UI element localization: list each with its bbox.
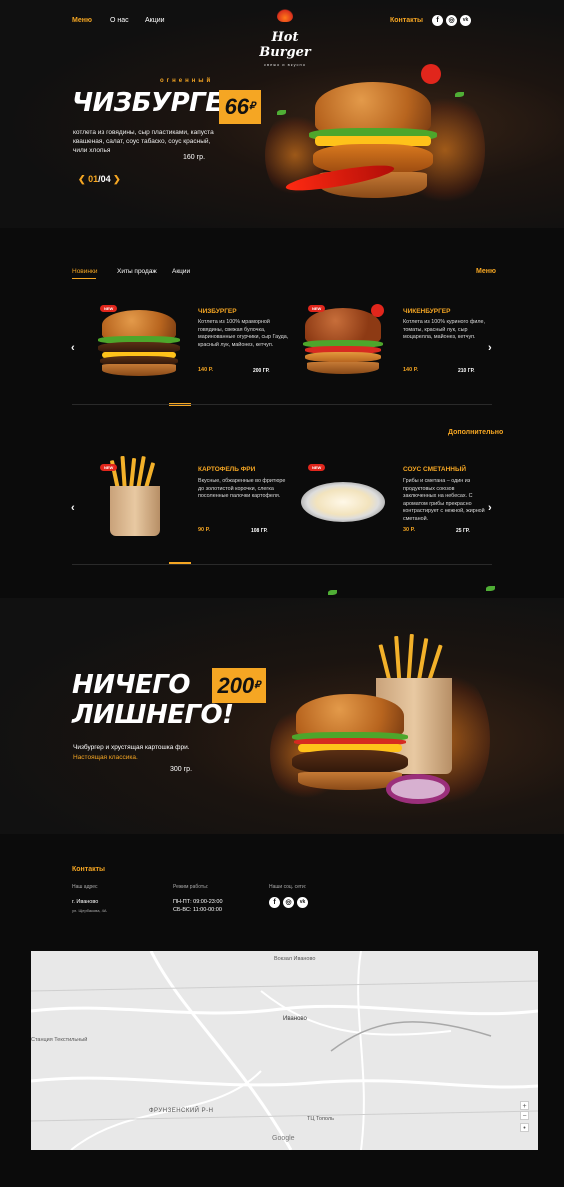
map-label: ФРУНЗЕНСКИЙ Р-Н (149, 1108, 214, 1114)
item-description: Вкусные, обжаренные во фритюре до золоти… (198, 478, 286, 499)
spicy-icon (371, 304, 384, 317)
instagram-icon[interactable]: ◎ (283, 897, 294, 908)
promo-highlight: Настоящая классика. (73, 754, 138, 761)
slider-pager: ❮ 01/04 ❯ (78, 174, 121, 184)
vk-icon[interactable]: vk (460, 15, 471, 26)
hours-time: 09:00-23:00 (193, 899, 223, 905)
item-weight: 108 ГР. (251, 528, 268, 534)
menu-prev-icon[interactable]: ‹ (71, 342, 75, 354)
hours-time: 11:00-00:00 (192, 907, 222, 913)
flame-icon (277, 8, 293, 22)
hero-description: котлета из говядины, сыр пластиками, кап… (73, 129, 214, 154)
slider-prev-icon[interactable]: ❮ (78, 174, 86, 184)
map-roads (31, 951, 538, 1150)
chickenburger-image (301, 308, 385, 376)
contacts-title: Контакты (72, 866, 106, 873)
logo[interactable]: Hot Burger свежо и вкусно (244, 8, 326, 67)
facebook-icon[interactable]: f (432, 15, 443, 26)
map-pegman-icon[interactable]: • (520, 1123, 529, 1132)
promo-currency: ₽ (254, 680, 261, 691)
nav-about[interactable]: О нас (110, 17, 129, 24)
hours-weekend: СБ-ВС: 11:00-00:00 (173, 907, 222, 913)
new-badge: NEW (100, 464, 118, 471)
item-name: СОУС СМЕТАННЫЙ (403, 466, 467, 473)
nav-contacts[interactable]: Контакты (390, 17, 423, 24)
item-name: КАРТОФЕЛЬ ФРИ (198, 466, 256, 473)
sauce-image (301, 482, 385, 522)
promo-title-line1: НИЧЕГО (72, 670, 190, 700)
item-price: 140 Р. (198, 367, 214, 373)
item-price: 30 Р. (403, 527, 416, 533)
map-label: Иваново (283, 1016, 307, 1022)
vk-icon[interactable]: vk (297, 897, 308, 908)
map-label: Станция Текстильный (31, 1037, 88, 1043)
promo-weight: 300 гр. (170, 766, 193, 773)
item-description: Грибы и сметана – один из продуктовых со… (403, 478, 485, 522)
hero-weight: 160 гр. (183, 154, 206, 161)
hours-days: ПН-ПТ: (173, 899, 192, 905)
hero-currency: ₽ (249, 101, 256, 112)
item-price: 140 Р. (403, 367, 419, 373)
hero-title: ЧИЗБУРГЕР (72, 88, 242, 118)
hours-weekdays: ПН-ПТ: 09:00-23:00 (173, 899, 223, 905)
item-name: ЧИКЕНБУРГЕР (403, 308, 451, 315)
extra-prev-icon[interactable]: ‹ (71, 502, 75, 514)
combo-image (270, 633, 490, 814)
cheeseburger-image (94, 310, 184, 376)
logo-tagline: свежо и вкусно (264, 62, 306, 67)
instagram-icon[interactable]: ◎ (446, 15, 457, 26)
tab-promos[interactable]: Акции (172, 268, 190, 275)
promo-title-line2: ЛИШНЕГО! (72, 700, 234, 730)
hours-label: Режим работы: (173, 884, 209, 890)
hero-price: 66₽ (219, 90, 261, 124)
new-badge: NEW (100, 305, 118, 312)
item-description: Котлета из 100% куриного филе, томаты, к… (403, 319, 485, 340)
hero-price-value: 66 (224, 94, 250, 119)
hours-days: СБ-ВС: (173, 907, 192, 913)
map-zoom-in-button[interactable]: + (520, 1101, 529, 1110)
menu-next-icon[interactable]: › (488, 342, 492, 354)
hero-tag: огненный (160, 78, 214, 84)
slider-next-icon[interactable]: ❯ (113, 174, 121, 184)
tab-new[interactable]: Новинки (72, 268, 97, 275)
map-zoom-out-button[interactable]: − (520, 1111, 529, 1120)
promo-section: НИЧЕГО ЛИШНЕГО! 200₽ Чизбургер и хрустящ… (0, 586, 564, 834)
extra-next-icon[interactable]: › (488, 502, 492, 514)
social-label: Наши соц. сети: (269, 884, 307, 890)
chili-icon (421, 64, 441, 84)
facebook-icon[interactable]: f (269, 897, 280, 908)
item-weight: 210 ГР. (458, 368, 475, 374)
item-description: Котлета из 100% мраморной говядины, свеж… (198, 319, 289, 348)
promo-text: Чизбургер и хрустящая картошка фри. (73, 744, 190, 751)
google-logo: Google (272, 1135, 295, 1142)
item-price: 90 Р. (198, 527, 211, 533)
promo-price: 200₽ (212, 668, 266, 703)
nav-menu[interactable]: Меню (72, 17, 92, 24)
new-badge: NEW (308, 464, 326, 471)
slider-current: 01 (88, 174, 99, 184)
address-street: ул. Щербакова, 4А (72, 908, 107, 913)
map-label: ТЦ Тополь (307, 1116, 334, 1122)
new-badge: NEW (308, 305, 326, 312)
item-name: ЧИЗБУРГЕР (198, 308, 237, 315)
logo-name: Hot Burger (259, 30, 311, 60)
item-weight: 25 ГР. (456, 528, 470, 534)
tab-hits[interactable]: Хиты продаж (117, 268, 157, 275)
menu-section: Новинки Хиты продаж Акции Меню ‹ › NEW Ч… (0, 228, 564, 598)
nav-promos[interactable]: Акции (145, 17, 165, 24)
address-city: г. Иваново (72, 899, 99, 905)
hero-burger-image (265, 64, 485, 220)
promo-price-value: 200 (217, 673, 255, 698)
slider-total: 04 (100, 174, 111, 184)
address-label: Наш адрес (72, 884, 98, 890)
map[interactable]: Вокзал Иваново Иваново Станция Текстильн… (31, 951, 538, 1150)
extra-title: Дополнительно (448, 429, 504, 436)
map-label: Вокзал Иваново (274, 956, 316, 962)
menu-title: Меню (476, 268, 496, 275)
hero-section: Меню О нас Акции Контакты Hot Burger све… (0, 0, 564, 228)
item-weight: 200 ГР. (253, 368, 270, 374)
